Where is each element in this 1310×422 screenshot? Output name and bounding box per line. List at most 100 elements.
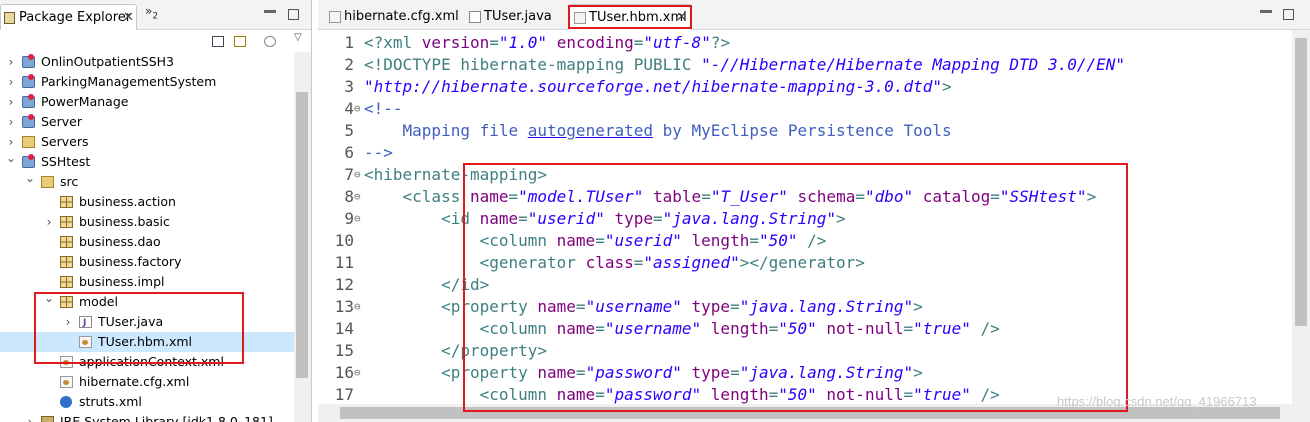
java-file-icon: [469, 11, 481, 23]
highlight-class-mapping: [463, 163, 1128, 412]
code-token: version: [421, 33, 490, 52]
project-tree: › OnlinOutpatientSSH3 › ParkingManagementSy…: [0, 52, 294, 422]
fold-toggle-icon[interactable]: ⊖: [354, 186, 361, 208]
tree-item[interactable]: › ParkingManagementSystem: [0, 72, 294, 92]
tree-item[interactable]: › PowerManage: [0, 92, 294, 112]
package-explorer-icon: [4, 12, 15, 24]
chevron-down-icon[interactable]: ⌄: [25, 168, 35, 188]
tree-item-label: business.dao: [79, 234, 161, 249]
folder-icon: [22, 136, 35, 148]
code-token: "utf-8": [643, 33, 711, 52]
tree-item-label: hibernate.cfg.xml: [79, 374, 190, 389]
tree-item-label: Servers: [41, 134, 89, 149]
tree-item[interactable]: › business.basic: [0, 212, 294, 232]
tree-item-label: business.action: [79, 194, 176, 209]
tree-item[interactable]: struts.xml: [0, 392, 294, 412]
code-token: <?xml: [364, 33, 422, 52]
line-number: 3: [344, 77, 354, 96]
code-token: "http://hibernate.sourceforge.net/hibern…: [364, 77, 942, 96]
chevron-right-icon[interactable]: ›: [44, 212, 54, 232]
xml-file-icon: [329, 11, 341, 23]
code-line: 5 Mapping file autogenerated by MyEclips…: [318, 120, 1292, 142]
line-number: 13: [334, 297, 354, 316]
tree-item[interactable]: ⌄ src: [0, 171, 294, 192]
package-icon: [60, 196, 73, 208]
package-icon: [60, 276, 73, 288]
editor-vertical-scrollbar-thumb[interactable]: [1295, 38, 1307, 326]
tree-item[interactable]: › JRE System Library [jdk1.8.0_181]: [0, 412, 294, 422]
watermark: https://blog.csdn.net/qq_41966713: [1057, 394, 1257, 409]
minimize-button[interactable]: [264, 10, 276, 13]
tree-item[interactable]: ⌄ SSHtest: [0, 151, 294, 172]
tree-item[interactable]: hibernate.cfg.xml: [0, 372, 294, 392]
highlight-model-package: [34, 292, 244, 364]
editor-tabbar: hibernate.cfg.xml TUser.java TUser.hbm.x…: [318, 0, 1310, 30]
tree-scrollbar-thumb[interactable]: [296, 92, 308, 378]
tree-item[interactable]: › OnlinOutpatientSSH3: [0, 52, 294, 72]
code-text: -->: [364, 142, 393, 164]
chevron-right-icon[interactable]: ›: [6, 92, 16, 112]
code-token: "-//Hibernate/Hibernate Mapping DTD 3.0/…: [701, 55, 1125, 74]
tree-item-label: src: [60, 174, 79, 189]
code-text: <!--: [364, 98, 403, 120]
line-number: 15: [334, 341, 354, 360]
chevron-right-icon[interactable]: ›: [6, 72, 16, 92]
tab-package-explorer[interactable]: Package Explorer ✕: [0, 4, 137, 30]
tree-item[interactable]: business.action: [0, 192, 294, 212]
code-token: <class: [364, 187, 470, 206]
package-icon: [60, 216, 73, 228]
code-line: 1 <?xml version="1.0" encoding="utf-8"?>: [318, 32, 1292, 54]
close-icon[interactable]: ✕: [123, 5, 134, 31]
code-token: >: [941, 77, 952, 96]
package-explorer-toolbar: ▽: [0, 30, 311, 52]
chevron-right-icon[interactable]: ›: [6, 52, 16, 72]
link-with-editor-icon[interactable]: [234, 36, 246, 47]
focus-task-icon[interactable]: [264, 36, 276, 47]
package-explorer-tab-label: Package Explorer: [19, 10, 132, 25]
tree-item-label: OnlinOutpatientSSH3: [41, 54, 174, 69]
tree-item[interactable]: business.factory: [0, 252, 294, 272]
fold-toggle-icon[interactable]: ⊖: [354, 296, 361, 318]
tree-item[interactable]: › Servers: [0, 132, 294, 152]
tree-item-label: ParkingManagementSystem: [41, 74, 217, 89]
package-explorer-tabbar: Package Explorer ✕ »2: [0, 0, 311, 30]
line-number: 7: [344, 165, 354, 184]
tree-item[interactable]: › Server: [0, 112, 294, 132]
collapse-all-icon[interactable]: [212, 36, 224, 47]
code-token: "1.0": [498, 33, 548, 52]
tab-hibernate-cfg-xml[interactable]: hibernate.cfg.xml: [324, 4, 459, 30]
chevron-right-icon[interactable]: ›: [6, 112, 16, 132]
tree-item-label: JRE System Library [jdk1.8.0_181]: [60, 414, 273, 422]
fold-toggle-icon[interactable]: ⊖: [354, 362, 361, 384]
code-token: autogenerated: [527, 121, 653, 140]
editor-tab-label: hibernate.cfg.xml: [344, 9, 459, 24]
code-text: "http://hibernate.sourceforge.net/hibern…: [364, 76, 952, 98]
tree-item-label: PowerManage: [41, 94, 129, 109]
code-line: 3 "http://hibernate.sourceforge.net/hiber…: [318, 76, 1292, 98]
code-line: 2 <!DOCTYPE hibernate-mapping PUBLIC "-//…: [318, 54, 1292, 76]
tab-tuser-java[interactable]: TUser.java: [464, 4, 566, 30]
line-number: 2: [344, 55, 354, 74]
fold-toggle-icon[interactable]: ⊖: [354, 208, 361, 230]
minimize-button[interactable]: [1260, 10, 1272, 13]
maximize-button[interactable]: [1283, 9, 1294, 20]
code-line: 6 -->: [318, 142, 1292, 164]
source-folder-icon: [41, 176, 54, 188]
maximize-button[interactable]: [288, 9, 299, 20]
view-menu-chevron-icon[interactable]: ▽: [294, 32, 302, 43]
fold-toggle-icon[interactable]: ⊖: [354, 98, 361, 120]
code-token: ?>: [710, 33, 731, 52]
fold-toggle-icon[interactable]: ⊖: [354, 164, 361, 186]
project-icon: [22, 154, 35, 168]
line-number: 1: [344, 33, 354, 52]
gear-icon: [60, 396, 72, 408]
chevron-right-icon[interactable]: ›: [25, 412, 35, 422]
code-text: Mapping file autogenerated by MyEclipse …: [364, 120, 952, 142]
line-number: 11: [334, 253, 354, 272]
line-number: 5: [344, 121, 354, 140]
chevron-down-icon[interactable]: ⌄: [6, 148, 16, 168]
tree-item[interactable]: business.dao: [0, 232, 294, 252]
view-overflow-button[interactable]: »2: [145, 5, 158, 22]
tree-item-label: business.impl: [79, 274, 165, 289]
